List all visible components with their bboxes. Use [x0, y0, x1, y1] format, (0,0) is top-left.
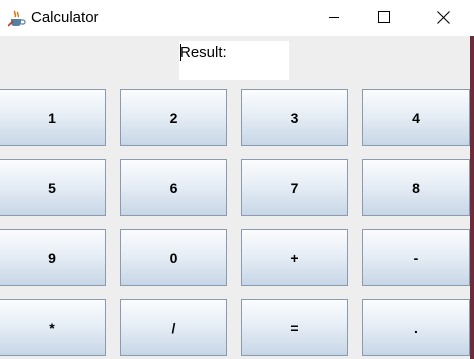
key-9-button[interactable]: 9: [0, 229, 106, 286]
minus-button[interactable]: -: [362, 229, 470, 286]
key-8-button[interactable]: 8: [362, 159, 470, 216]
key-7-button[interactable]: 7: [241, 159, 348, 216]
java-coffee-cup-icon: [8, 9, 27, 27]
result-label: Result:: [180, 44, 227, 61]
key-6-button[interactable]: 6: [120, 159, 227, 216]
maximize-button[interactable]: [361, 0, 407, 34]
window-edge: [470, 36, 474, 359]
minimize-icon: [329, 17, 339, 18]
decimal-point-button[interactable]: .: [362, 299, 470, 356]
key-0-button[interactable]: 0: [120, 229, 227, 286]
key-3-button[interactable]: 3: [241, 89, 348, 146]
key-4-button[interactable]: 4: [362, 89, 470, 146]
plus-button[interactable]: +: [241, 229, 348, 286]
close-button[interactable]: [420, 0, 466, 34]
maximize-icon: [378, 11, 390, 23]
close-icon: [436, 10, 450, 24]
equals-button[interactable]: =: [241, 299, 348, 356]
window-title: Calculator: [31, 9, 99, 26]
title-bar[interactable]: Calculator: [0, 0, 474, 36]
calculator-window: Calculator Result: 1 2 3 4 5 6 7 8 9 0 +…: [0, 0, 474, 359]
multiply-button[interactable]: *: [0, 299, 106, 356]
key-2-button[interactable]: 2: [120, 89, 227, 146]
key-1-button[interactable]: 1: [0, 89, 106, 146]
minimize-button[interactable]: [311, 0, 357, 34]
key-5-button[interactable]: 5: [0, 159, 106, 216]
divide-button[interactable]: /: [120, 299, 227, 356]
